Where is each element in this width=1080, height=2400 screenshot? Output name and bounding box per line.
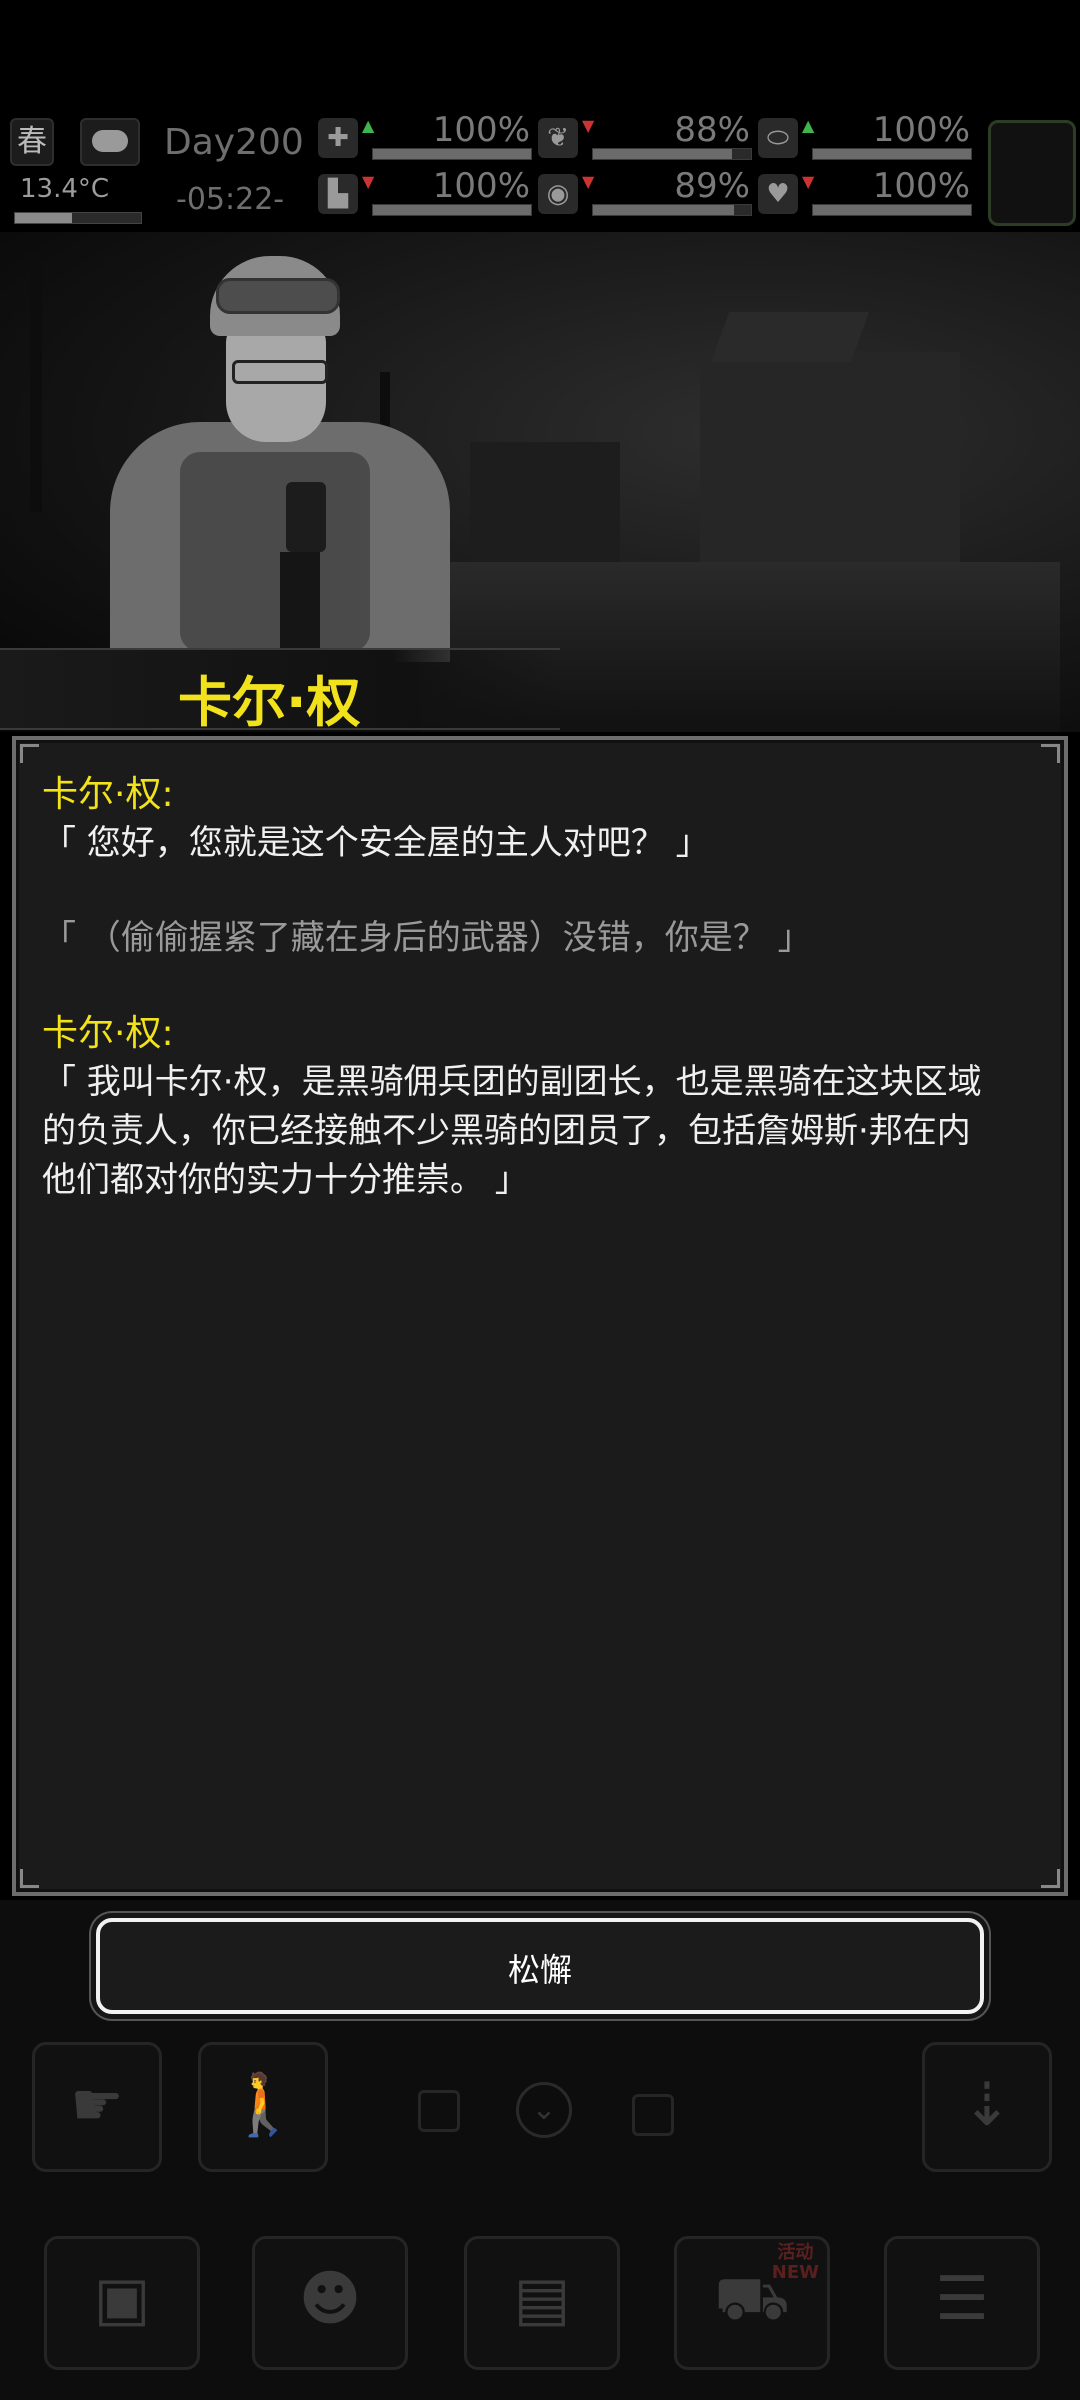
stat-mood: ♥ ▼ 100% [758, 166, 976, 216]
dialog-content: 卡尔·权: 「 您好，您就是这个安全屋的主人对吧？ 」 「 （偷偷握紧了藏在身后… [42, 770, 1042, 1205]
dialog-line: 「 我叫卡尔·权，是黑骑佣兵团的副团长，也是黑骑在这块区域 [42, 1062, 982, 1102]
trend-down-icon: ▼ [582, 172, 595, 191]
stat-stamina: ▙ ▼ 100% [318, 166, 536, 216]
ruined-building [700, 352, 960, 582]
temperature-bar [14, 212, 142, 224]
tap-hand-icon: ☛ [70, 2070, 124, 2140]
status-hud: 春 13.4°C Day200 -05:22- ✚ ▲ 100% ❦ ▼ 88%… [0, 110, 1080, 232]
walking-person-icon: 🚶 [225, 2070, 301, 2140]
heart-icon: ♥ [758, 174, 798, 214]
storage-button[interactable]: ▣ [44, 2236, 200, 2370]
walk-button[interactable]: 🚶 [198, 2042, 328, 2172]
exit-area-button[interactable]: ⇣ [922, 2042, 1052, 2172]
list-menu-icon: ☰ [935, 2264, 989, 2334]
stat-thirst: ◉ ▼ 89% [538, 166, 756, 216]
dialog-line: 他们都对你的实力十分推崇。 」 [42, 1160, 529, 1200]
pill-icon: ⬭ [758, 118, 798, 158]
trend-up-icon: ▲ [802, 116, 815, 135]
stat-medicine: ⬭ ▲ 100% [758, 110, 976, 160]
interact-button[interactable]: ☛ [32, 2042, 162, 2172]
character-nameplate: 卡尔·权 [0, 648, 560, 734]
stat-health: ✚ ▲ 100% [318, 110, 536, 160]
player-reply: 「 （偷偷握紧了藏在身后的武器）没错，你是？ 」 [42, 918, 812, 958]
boot-icon: ▙ [318, 174, 358, 214]
exit-arrow-icon: ⇣ [961, 2070, 1013, 2140]
trend-down-icon: ▼ [362, 172, 375, 191]
season-label: 春 [17, 124, 47, 159]
chest-icon: ▣ [93, 2264, 151, 2334]
stomach-icon: ❦ [538, 118, 578, 158]
day-counter: Day200 [164, 122, 304, 163]
shop-button[interactable]: ⛟ 活动 NEW [674, 2236, 830, 2370]
equipment-slot[interactable] [988, 120, 1076, 226]
ruined-building [470, 442, 620, 582]
clock-time: -05:22- [176, 182, 285, 217]
medkit-icon: ✚ [318, 118, 358, 158]
chevron-down-icon[interactable]: ⌄ [516, 2082, 572, 2138]
map-node[interactable] [418, 2090, 460, 2132]
character-name: 卡尔·权 [178, 671, 361, 734]
trend-down-icon: ▼ [582, 116, 595, 135]
speaker-name: 卡尔·权: [42, 1013, 174, 1054]
water-drop-icon: ◉ [538, 174, 578, 214]
journal-button[interactable]: ▤ [464, 2236, 620, 2370]
season-indicator: 春 [10, 118, 54, 166]
temperature-label: 13.4°C [20, 174, 110, 204]
dialog-line: 的负责人，你已经接触不少黑骑的团员了，包括詹姆斯·邦在内 [42, 1111, 971, 1151]
weather-cloud-icon [80, 118, 140, 166]
menu-button[interactable]: ☰ [884, 2236, 1040, 2370]
dialog-box: 卡尔·权: 「 您好，您就是这个安全屋的主人对吧？ 」 「 （偷偷握紧了藏在身后… [12, 736, 1068, 1896]
trend-up-icon: ▲ [362, 116, 375, 135]
skills-button[interactable]: ☻ [252, 2236, 408, 2370]
event-new-badge: 活动 NEW [771, 2242, 819, 2283]
trend-down-icon: ▼ [802, 172, 815, 191]
map-node[interactable] [632, 2094, 674, 2136]
stat-hunger: ❦ ▼ 88% [538, 110, 756, 160]
brain-head-icon: ☻ [298, 2264, 362, 2334]
speaker-name: 卡尔·权: [42, 774, 174, 815]
notebook-icon: ▤ [513, 2264, 571, 2334]
character-portrait [100, 242, 460, 662]
relax-choice-button[interactable]: 松懈 [96, 1918, 984, 2014]
dialog-line: 「 您好，您就是这个安全屋的主人对吧？ 」 [42, 823, 710, 863]
dead-tree [30, 252, 42, 512]
